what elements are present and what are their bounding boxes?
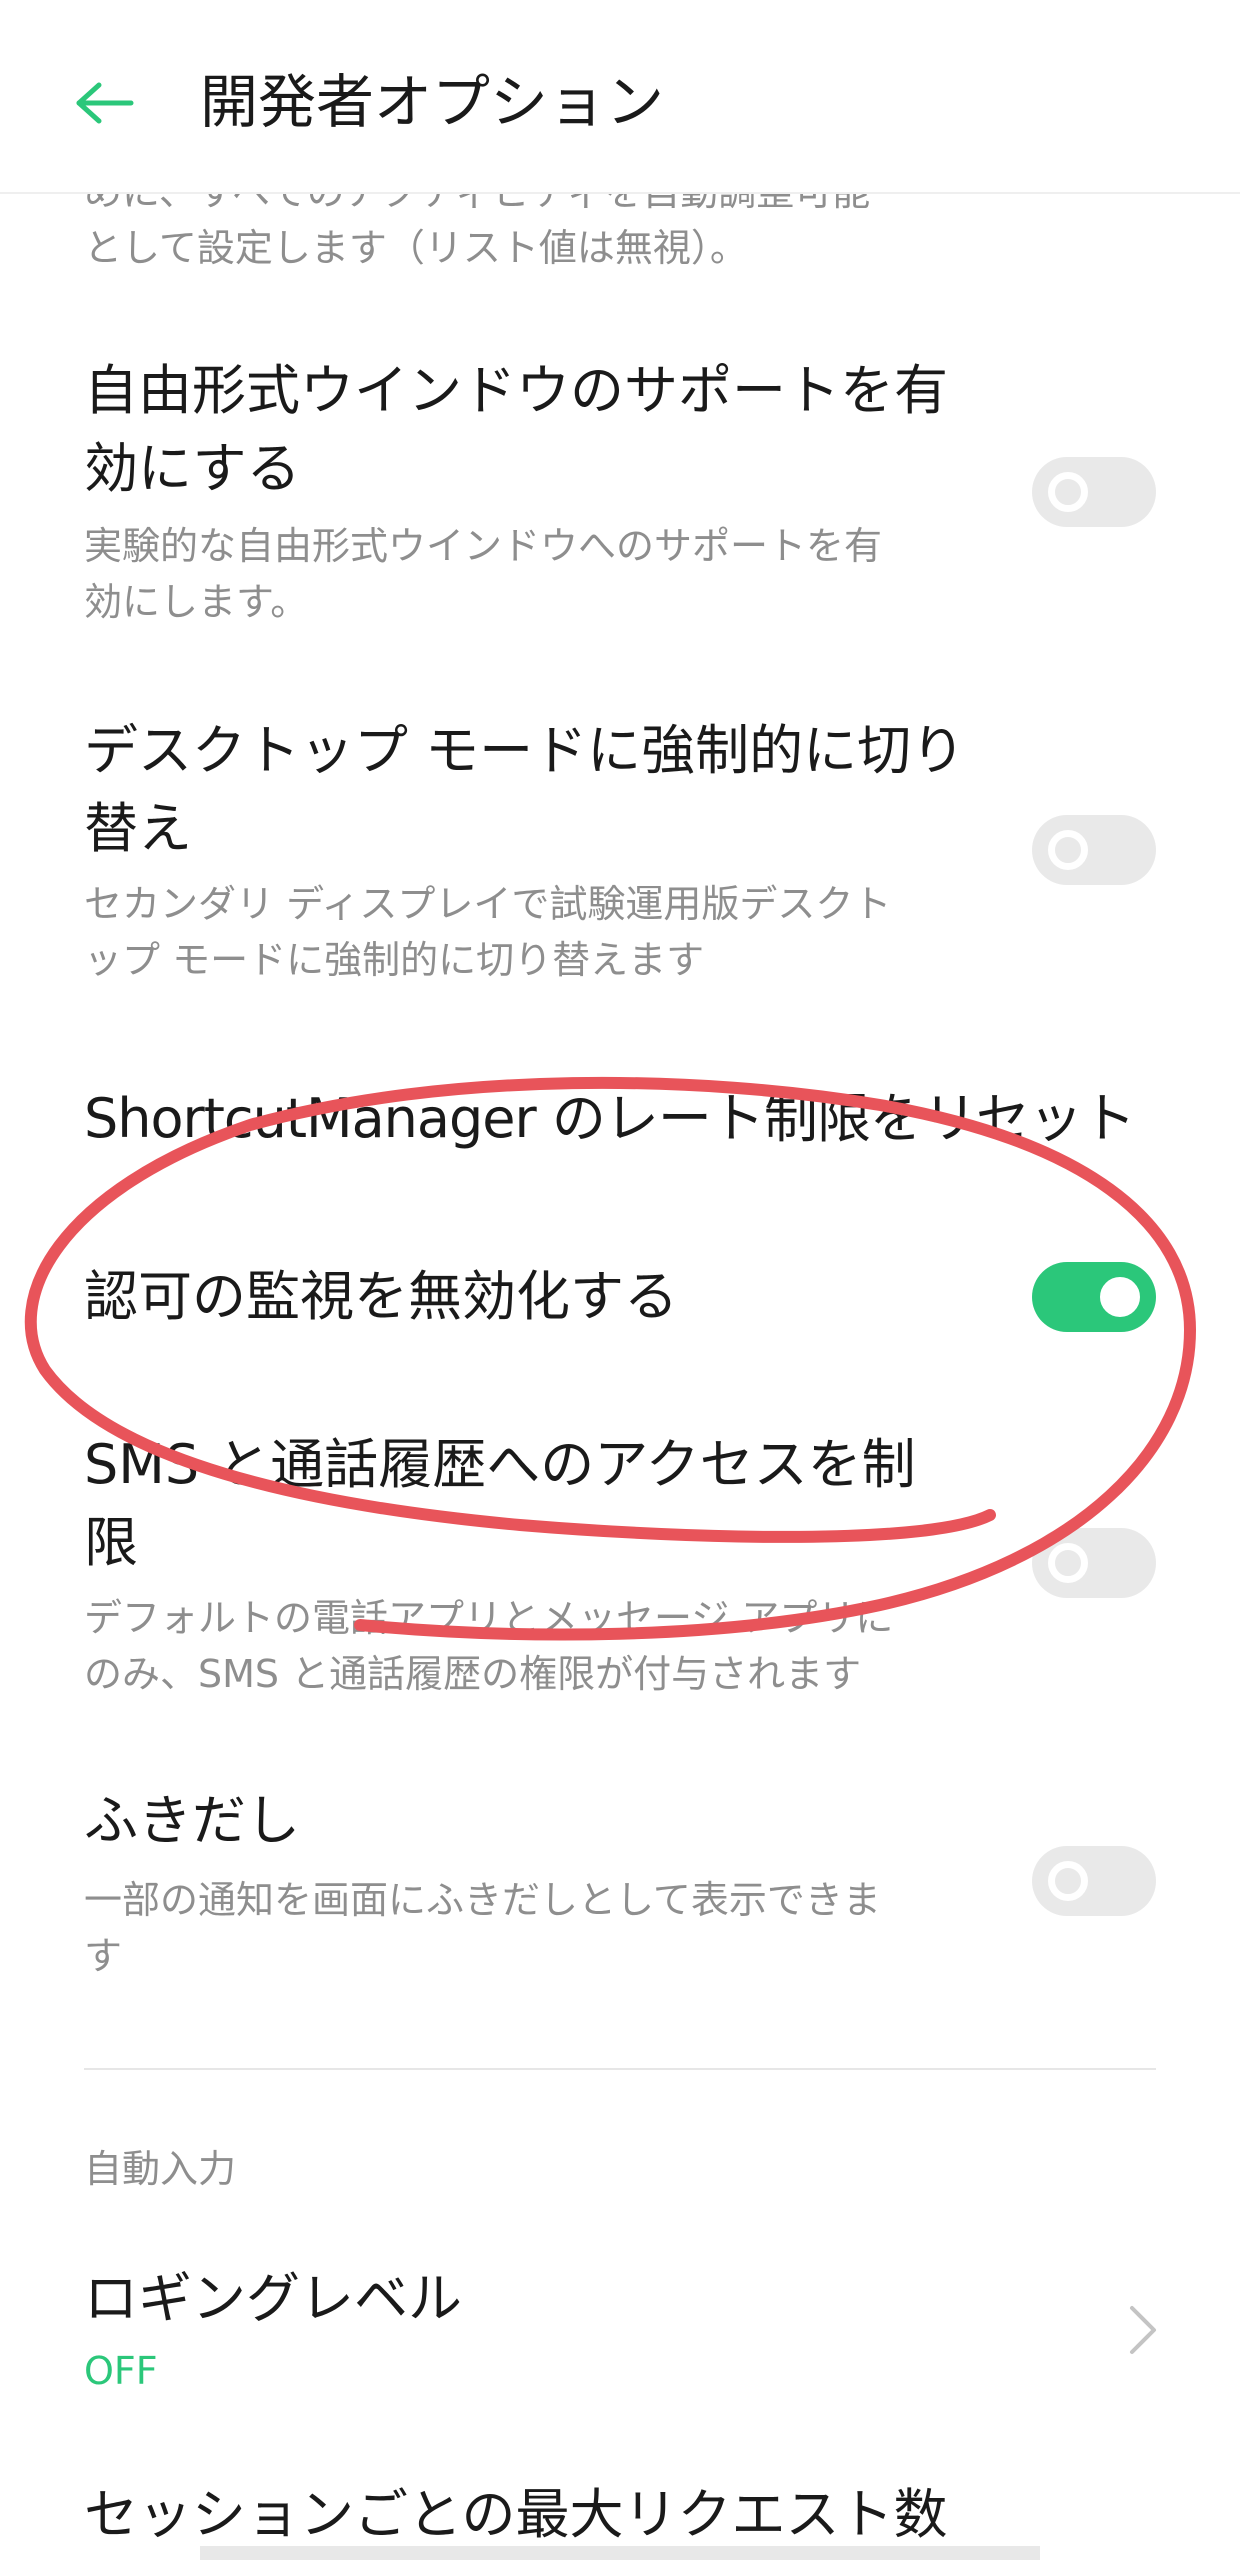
back-button[interactable] [60, 58, 150, 148]
freeform-windows-toggle[interactable] [1032, 457, 1156, 527]
developer-options-screen: めに、すべてのアクティビティを自動調整可能 として設定します（リスト値は無視）。… [0, 0, 1240, 2560]
setting-description: デフォルトの電話アプリとメッセージ アプリに のみ、SMS と通話履歴の権限が付… [84, 1596, 894, 1696]
permission-monitoring-toggle[interactable] [1032, 1262, 1156, 1332]
bottom-edge-strip [200, 2546, 1040, 2560]
app-bar: 開発者オプション [0, 0, 1240, 194]
page-title: 開発者オプション [200, 68, 665, 136]
setting-description: 実験的な自由形式ウインドウへのサポートを有 効にします。 [84, 524, 883, 624]
chevron-right-icon [1130, 2306, 1156, 2354]
force-desktop-mode-toggle[interactable] [1032, 815, 1156, 885]
toggle-knob [1048, 472, 1088, 512]
logging-level-value: OFF [84, 2349, 158, 2393]
toggle-knob [1048, 1861, 1088, 1901]
setting-title: セッションごとの最大リクエスト数 [84, 2483, 948, 2546]
setting-title: ふきだし [84, 1789, 300, 1852]
arrow-left-icon [76, 82, 134, 124]
setting-title: ShortcutManager のレート制限をリセット [84, 1087, 1136, 1150]
section-divider [84, 2068, 1156, 2070]
setting-description: 一部の通知を画面にふきだしとして表示できま す [84, 1878, 881, 1978]
toggle-knob [1100, 1277, 1140, 1317]
setting-title: SMS と通話履歴へのアクセスを制 限 [84, 1433, 916, 1574]
restrict-sms-call-log-toggle[interactable] [1032, 1528, 1156, 1598]
section-label-autofill: 自動入力 [84, 2147, 237, 2191]
setting-title: 認可の監視を無効化する [84, 1265, 678, 1328]
setting-title: 自由形式ウインドウのサポートを有 効にする [84, 359, 948, 500]
settings-list: めに、すべてのアクティビティを自動調整可能 として設定します（リスト値は無視）。… [0, 0, 1240, 2560]
setting-title: デスクトップ モードに強制的に切り 替え [84, 719, 966, 860]
setting-description: セカンダリ ディスプレイで試験運用版デスクト ップ モードに強制的に切り替えます [84, 882, 892, 982]
setting-title: ロギングレベル [84, 2267, 462, 2330]
toggle-knob [1048, 1543, 1088, 1583]
bubbles-toggle[interactable] [1032, 1846, 1156, 1916]
toggle-knob [1048, 830, 1088, 870]
